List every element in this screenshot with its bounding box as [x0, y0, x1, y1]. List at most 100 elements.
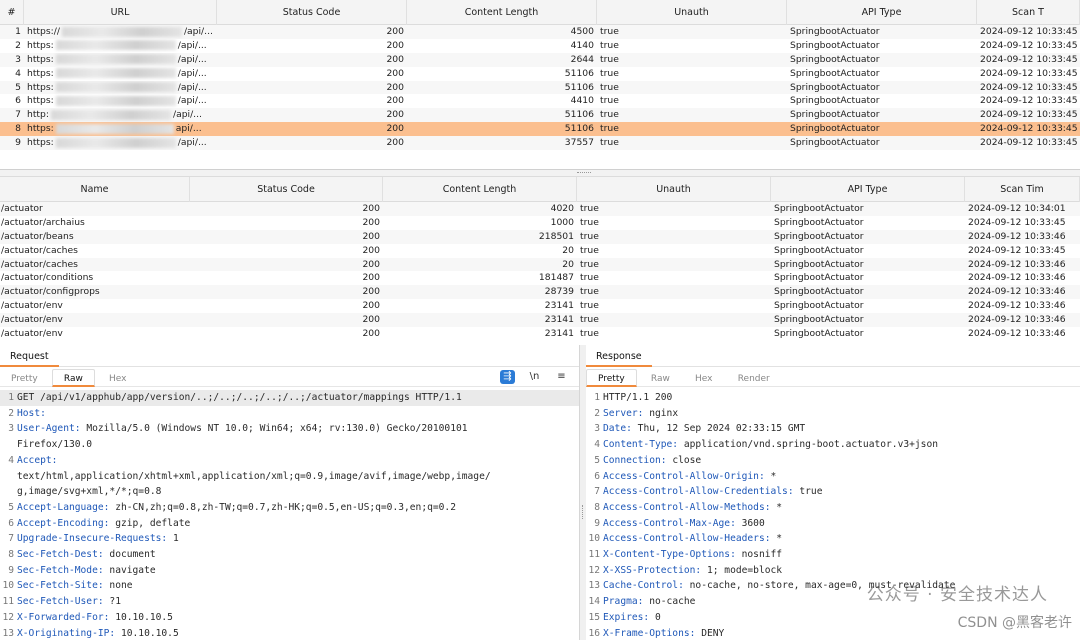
line-text: Connection: close [603, 453, 1080, 469]
table-row[interactable]: /actuator/env 200 23141 true SpringbootActua… [0, 299, 1080, 314]
table-row[interactable]: /actuator/env 200 23141 true SpringbootActua… [0, 327, 1080, 341]
url-cell: https: /api/... [24, 81, 217, 95]
column-header-url[interactable]: URL [24, 0, 217, 25]
column-header-status-code[interactable]: Status Code [190, 177, 383, 202]
request-title[interactable]: Request [0, 345, 59, 367]
api-type-cell: SpringbootActuator [774, 244, 864, 256]
status-code-cell: 200 [362, 286, 380, 298]
table-row[interactable]: /actuator/archaius 200 1000 true SpringbootA… [0, 215, 1080, 230]
api-type-cell: SpringbootActuator [774, 314, 864, 326]
table-row[interactable]: 8 https: api/... 200 51106 true SpringbootActu… [0, 122, 1080, 137]
unauth-cell: true [600, 67, 619, 79]
column-header-index[interactable]: # [0, 0, 24, 25]
watermark-csdn: CSDN @黑客老许 [957, 615, 1072, 631]
name-cell: /actuator/env [1, 300, 63, 312]
table-row[interactable]: 5 https: /api/... 200 51106 true SpringbootAct… [0, 80, 1080, 95]
column-header-unauth[interactable]: Unauth [577, 177, 771, 202]
status-code-cell: 200 [362, 272, 380, 284]
unauth-cell: true [600, 95, 619, 107]
table-row[interactable]: /actuator/caches 200 20 true SpringbootActua… [0, 257, 1080, 272]
table-row[interactable]: 2 https: /api/... 200 4140 true SpringbootActu… [0, 38, 1080, 53]
table-splitter[interactable] [0, 170, 1080, 177]
table-row[interactable]: 1 https:// /api/... 200 4500 true SpringbootAc… [0, 25, 1080, 39]
api-type-cell: SpringbootActuator [790, 81, 880, 93]
scan-results-header: # URL Status Code Content Length Unauth … [0, 0, 1080, 25]
code-line: g,image/svg+xml,*/*;q=0.8 [0, 484, 579, 500]
tab-hex[interactable]: Hex [98, 370, 137, 388]
header-value: 1; mode=block [701, 564, 783, 576]
tab-raw[interactable]: Raw [51, 369, 95, 387]
header-name: User-Agent: [17, 423, 81, 435]
header-name: Access-Control-Allow-Headers: [603, 533, 771, 545]
newline-icon[interactable]: \n [527, 370, 542, 384]
status-code-cell: 200 [386, 137, 404, 149]
line-number: 2 [8, 407, 14, 419]
menu-icon[interactable]: ≡ [554, 370, 569, 384]
api-type-cell: SpringbootActuator [790, 67, 880, 79]
row-index: 7 [15, 109, 21, 121]
table-row[interactable]: /actuator/caches 200 20 true SpringbootActua… [0, 243, 1080, 258]
table-row[interactable]: 3 https: /api/... 200 2644 true SpringbootActu… [0, 52, 1080, 67]
column-header-content-length[interactable]: Content Length [383, 177, 577, 202]
header-value: 1 [167, 533, 179, 545]
table-row[interactable]: 4 https: /api/... 200 51106 true SpringbootAct… [0, 66, 1080, 81]
table-row[interactable]: 6 https: /api/... 200 4410 true SpringbootActu… [0, 94, 1080, 109]
column-header-unauth[interactable]: Unauth [597, 0, 787, 25]
column-header-status-code[interactable]: Status Code [217, 0, 407, 25]
wrap-icon[interactable]: ⇶ [500, 370, 515, 384]
column-header-api-type[interactable]: API Type [771, 177, 965, 202]
response-title[interactable]: Response [586, 345, 652, 367]
column-header-scan-time[interactable]: Scan Tim [965, 177, 1080, 202]
unauth-cell: true [580, 230, 599, 242]
api-type-cell: SpringbootActuator [790, 109, 880, 121]
url-cell: https: api/... [24, 122, 217, 136]
tab-pretty[interactable]: Pretty [586, 369, 637, 387]
table-row[interactable]: /actuator/beans 200 218501 true SpringbootAc… [0, 229, 1080, 244]
tab-hex[interactable]: Hex [684, 370, 723, 388]
content-length-cell: 4500 [570, 26, 594, 37]
tab-raw[interactable]: Raw [640, 370, 681, 388]
table-row[interactable]: /actuator/conditions 200 181487 true Springb… [0, 271, 1080, 286]
scan-time-cell: 2024-09-12 10:34:01 [968, 203, 1066, 214]
code-line: 13 X-Originating-IP: 10.10.10.5 [0, 626, 579, 640]
header-name: Expires: [603, 611, 650, 623]
tab-pretty[interactable]: Pretty [0, 370, 49, 388]
table-row[interactable]: /actuator/configprops 200 28739 true Springb… [0, 285, 1080, 300]
request-editor[interactable]: 1 GET /api/v1/apphub/app/version/..;/..;/… [0, 387, 579, 640]
table-row[interactable]: 9 https: /api/... 200 37557 true SpringbootAct… [0, 136, 1080, 151]
header-value: g,image/svg+xml,*/*;q=0.8 [17, 486, 162, 498]
line-number: 1 [594, 392, 600, 403]
header-value: application/vnd.spring-boot.actuator.v3+… [678, 439, 939, 451]
table-row[interactable]: /actuator/env 200 23141 true SpringbootActua… [0, 313, 1080, 328]
header-name: Host: [17, 407, 46, 419]
header-value: ?1 [103, 596, 121, 608]
column-header-scan-time[interactable]: Scan T [977, 0, 1080, 25]
line-number: 4 [8, 454, 14, 466]
table-row[interactable]: 7 http: /api/... 200 51106 true SpringbootActu… [0, 108, 1080, 123]
line-text: g,image/svg+xml,*/*;q=0.8 [17, 484, 579, 500]
header-value: text/html,application/xhtml+xml,applicat… [17, 470, 491, 482]
api-type-cell: SpringbootActuator [790, 95, 880, 107]
line-text: Sec-Fetch-User: ?1 [17, 594, 579, 610]
endpoint-results-body: /actuator 200 4020 true SpringbootActuator 20… [0, 202, 1080, 341]
unauth-cell: true [600, 137, 619, 149]
request-toolbar: ⇶ \n ≡ [500, 370, 569, 384]
column-header-name[interactable]: Name [0, 177, 190, 202]
header-name: Sec-Fetch-Dest: [17, 549, 104, 561]
header-name: Accept: [17, 454, 58, 466]
header-name: Access-Control-Allow-Credentials: [603, 486, 794, 498]
code-line: 6 Access-Control-Allow-Origin: * [586, 469, 1080, 485]
tab-render[interactable]: Render [727, 370, 781, 388]
url-suffix: /api/... [183, 26, 213, 37]
column-header-api-type[interactable]: API Type [787, 0, 977, 25]
header-value: Firefox/130.0 [17, 439, 93, 451]
table-row[interactable]: /actuator 200 4020 true SpringbootActuator 20… [0, 202, 1080, 216]
content-length-cell: 23141 [544, 314, 574, 326]
line-number: 10 [588, 533, 600, 545]
scan-time-cell: 2024-09-12 10:33:46 [968, 314, 1066, 326]
api-type-cell: SpringbootActuator [774, 258, 864, 270]
url-cell: https: /api/... [24, 67, 217, 81]
row-index: 9 [15, 137, 21, 149]
column-header-content-length[interactable]: Content Length [407, 0, 597, 25]
scan-time-cell: 2024-09-12 10:33:46 [968, 230, 1066, 242]
